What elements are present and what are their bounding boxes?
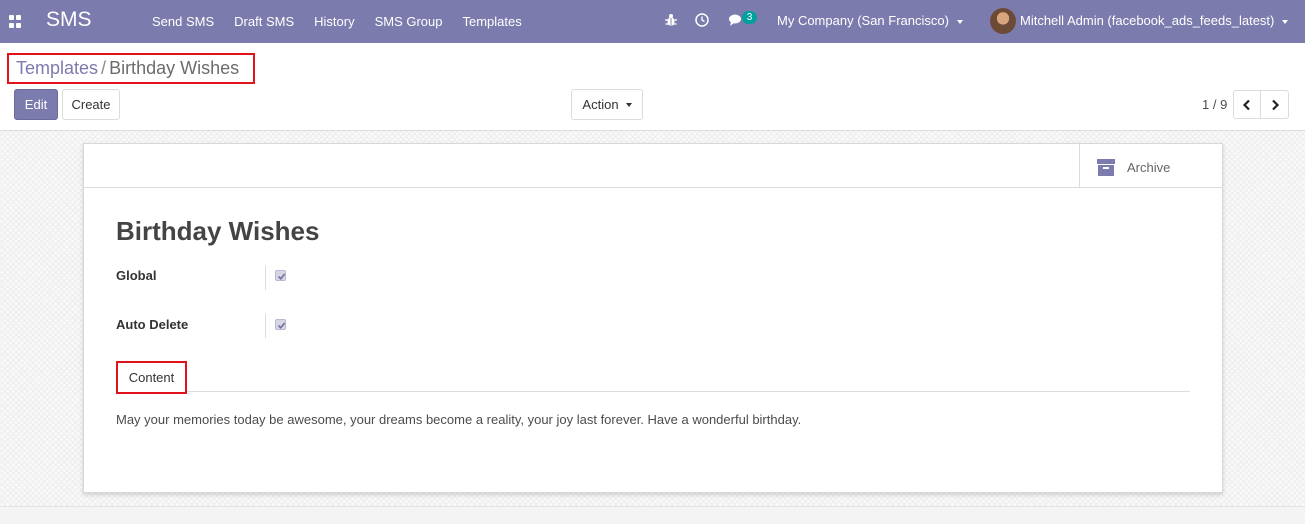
main-menu: Send SMS Draft SMS History SMS Group Tem… xyxy=(142,0,532,43)
checkmark-icon xyxy=(277,322,286,330)
app-brand[interactable]: SMS xyxy=(46,8,92,32)
caret-down-icon xyxy=(1282,19,1289,24)
auto-delete-checkbox[interactable] xyxy=(275,319,286,330)
pager-next-button[interactable] xyxy=(1261,90,1289,119)
menu-draft-sms[interactable]: Draft SMS xyxy=(224,0,304,43)
menu-send-sms[interactable]: Send SMS xyxy=(142,0,224,43)
form-sheet: Archive Birthday Wishes Global Auto Dele… xyxy=(83,143,1223,493)
clock-icon[interactable] xyxy=(694,12,710,28)
action-label: Action xyxy=(582,97,619,112)
company-switcher[interactable]: My Company (San Francisco) xyxy=(777,13,963,28)
bug-icon[interactable] xyxy=(663,12,679,28)
archive-button[interactable]: Archive xyxy=(1079,144,1222,187)
smart-button-box: Archive xyxy=(84,144,1222,188)
breadcrumb-separator: / xyxy=(101,58,107,78)
menu-sms-group[interactable]: SMS Group xyxy=(365,0,453,43)
menu-history[interactable]: History xyxy=(304,0,364,43)
pager-value[interactable]: 1 / 9 xyxy=(1202,97,1227,112)
chevron-left-icon xyxy=(1242,99,1250,110)
message-count-badge: 3 xyxy=(742,11,757,24)
field-divider xyxy=(265,314,266,338)
archive-label: Archive xyxy=(1127,160,1171,175)
auto-delete-label: Auto Delete xyxy=(116,317,189,332)
user-name: Mitchell Admin (facebook_ads_feeds_lates… xyxy=(1020,13,1275,28)
archive-icon xyxy=(1097,159,1115,176)
top-navbar: SMS Send SMS Draft SMS History SMS Group… xyxy=(0,0,1305,43)
notebook-tab-line xyxy=(116,391,1190,392)
action-dropdown[interactable]: Action xyxy=(571,89,643,120)
breadcrumb-templates-link[interactable]: Templates xyxy=(16,58,98,78)
caret-down-icon xyxy=(956,19,963,24)
breadcrumb-current: Birthday Wishes xyxy=(109,58,240,78)
footer-strip xyxy=(0,506,1305,524)
pager-previous-button[interactable] xyxy=(1233,90,1261,119)
chevron-right-icon xyxy=(1271,99,1279,110)
caret-down-icon xyxy=(625,102,632,107)
breadcrumb: Templates / Birthday Wishes xyxy=(7,53,255,84)
create-button[interactable]: Create xyxy=(62,89,120,120)
global-checkbox[interactable] xyxy=(275,270,286,281)
company-name: My Company (San Francisco) xyxy=(777,13,949,28)
record-title: Birthday Wishes xyxy=(116,216,320,246)
content-body: May your memories today be awesome, your… xyxy=(116,412,802,427)
menu-templates[interactable]: Templates xyxy=(453,0,532,43)
checkmark-icon xyxy=(277,273,286,281)
global-label: Global xyxy=(116,268,157,283)
user-avatar[interactable] xyxy=(990,8,1016,34)
edit-button[interactable]: Edit xyxy=(14,89,58,120)
apps-grid-icon[interactable] xyxy=(9,15,22,28)
field-divider xyxy=(265,266,266,290)
user-menu[interactable]: Mitchell Admin (facebook_ads_feeds_lates… xyxy=(1020,13,1289,28)
tab-content[interactable]: Content xyxy=(116,361,187,394)
